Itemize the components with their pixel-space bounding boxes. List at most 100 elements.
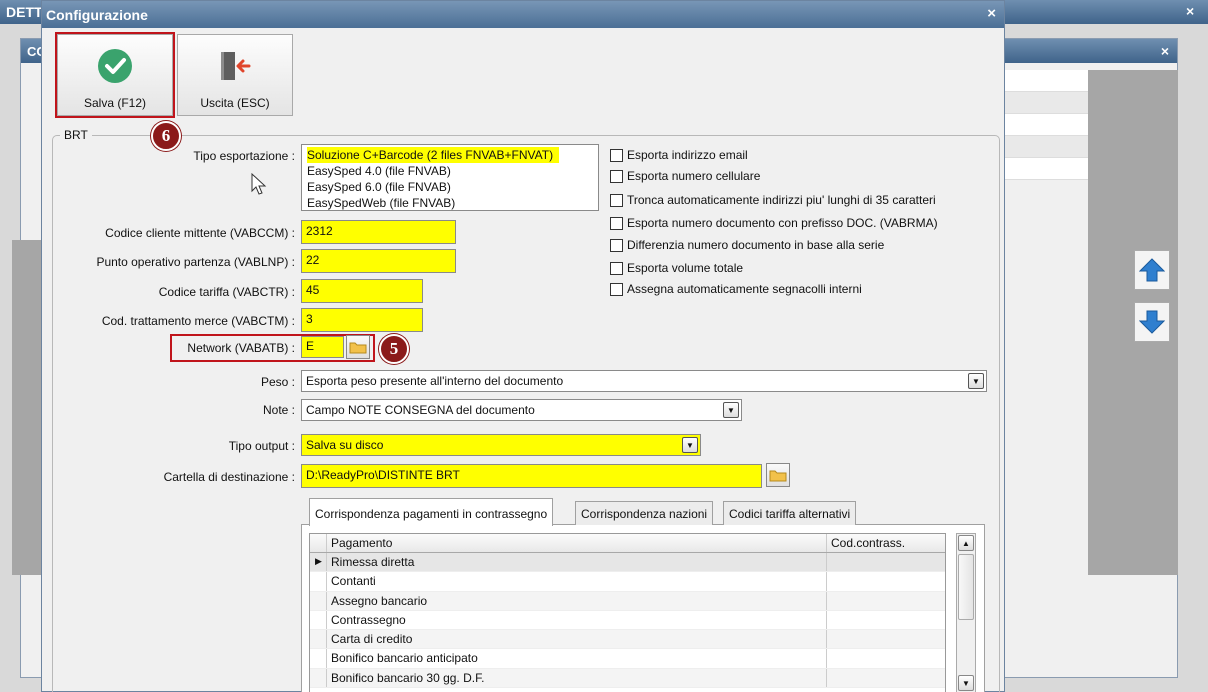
checkbox-differenzia-serie[interactable]: Differenzia numero documento in base all… xyxy=(610,238,884,252)
chevron-down-icon[interactable]: ▼ xyxy=(968,373,984,389)
table-cell[interactable]: Assegno bancario xyxy=(327,591,827,610)
scroll-up-icon[interactable]: ▲ xyxy=(958,535,974,551)
pagamenti-grid: Pagamento Cod.contrass. ▶ Rimessa diretta… xyxy=(309,533,946,692)
checkbox-label: Esporta volume totale xyxy=(627,261,744,275)
tab-codici-tariffa[interactable]: Codici tariffa alternativi xyxy=(723,501,857,525)
checkbox-volume-totale[interactable]: Esporta volume totale xyxy=(610,261,743,275)
table-row[interactable]: Assegno bancario xyxy=(310,591,945,611)
codice-tariffa-input[interactable]: 45 xyxy=(301,279,423,303)
background-close-icon[interactable]: × xyxy=(1186,3,1194,19)
table-cell[interactable] xyxy=(827,630,945,648)
chevron-down-icon[interactable]: ▼ xyxy=(723,402,739,418)
checkbox-box[interactable] xyxy=(610,216,623,230)
table-cell[interactable]: Bonifico bancario 30 gg. D.F. xyxy=(327,668,827,688)
checkbox-tronca-indirizzi[interactable]: Tronca automaticamente indirizzi piu' lu… xyxy=(610,193,936,207)
list-item[interactable]: Soluzione C+Barcode (2 files FNVAB+FNVAT… xyxy=(305,147,595,163)
note-label: Note : xyxy=(262,403,295,417)
tipo-output-select-value: Salva su disco xyxy=(306,438,384,452)
table-row[interactable]: ▶ Rimessa diretta xyxy=(310,553,945,573)
table-cell[interactable] xyxy=(827,553,945,571)
export-type-option-selected[interactable]: Soluzione C+Barcode (2 files FNVAB+FNVAT… xyxy=(307,147,560,163)
checkbox-segnacolli-interni[interactable]: Assegna automaticamente segnacolli inter… xyxy=(610,282,862,296)
grid-scrollbar[interactable]: ▲ ▼ xyxy=(956,533,976,692)
arrow-down-icon xyxy=(1139,310,1165,334)
table-row[interactable]: Contanti xyxy=(310,572,945,592)
row-indicator xyxy=(310,591,327,610)
checkbox-label: Differenzia numero documento in base all… xyxy=(627,238,885,252)
scroll-thumb[interactable] xyxy=(958,554,974,620)
scroll-down-icon[interactable]: ▼ xyxy=(958,675,974,691)
tab-nazioni[interactable]: Corrispondenza nazioni xyxy=(575,501,714,525)
table-row[interactable]: Contrassegno xyxy=(310,610,945,631)
table-cell[interactable]: Contrassegno xyxy=(327,610,827,630)
codice-cliente-label: Codice cliente mittente (VABCCM) : xyxy=(105,226,295,240)
checkbox-label: Esporta numero documento con prefisso DO… xyxy=(627,216,938,230)
table-cell[interactable]: Bonifico bancario anticipato xyxy=(327,649,827,668)
network-browse-button[interactable] xyxy=(346,335,370,359)
chevron-down-icon[interactable]: ▼ xyxy=(682,437,698,453)
row-indicator xyxy=(310,610,327,630)
checkbox-label: Esporta numero cellulare xyxy=(627,169,761,183)
checkbox-label: Assegna automaticamente segnacolli inter… xyxy=(627,282,862,296)
cod-trattamento-label: Cod. trattamento merce (VABCTM) : xyxy=(101,314,295,328)
arrow-up-icon xyxy=(1139,258,1165,282)
grid-header: Pagamento Cod.contrass. xyxy=(310,534,945,553)
table-cell[interactable] xyxy=(827,649,945,667)
table-cell[interactable] xyxy=(827,572,945,590)
cartella-browse-button[interactable] xyxy=(766,463,790,487)
annotation-badge-5: 5 xyxy=(379,334,409,364)
codice-cliente-input[interactable]: 2312 xyxy=(301,220,456,244)
peso-select[interactable]: Esporta peso presente all'interno del do… xyxy=(301,370,987,392)
column-header-pagamento[interactable]: Pagamento xyxy=(327,534,827,552)
background-inner-close-icon[interactable]: × xyxy=(1161,43,1169,59)
tipo-esportazione-list[interactable]: Soluzione C+Barcode (2 files FNVAB+FNVAT… xyxy=(301,144,599,211)
table-row[interactable]: Carta di credito xyxy=(310,630,945,650)
tipo-output-label: Tipo output : xyxy=(228,439,295,453)
exit-button[interactable]: Uscita (ESC) xyxy=(177,34,293,116)
peso-label: Peso : xyxy=(260,375,295,389)
checkbox-box[interactable] xyxy=(610,261,623,275)
checkbox-box[interactable] xyxy=(610,169,623,183)
table-cell[interactable] xyxy=(827,611,945,629)
checkbox-box[interactable] xyxy=(610,282,623,296)
cod-trattamento-input[interactable]: 3 xyxy=(301,308,423,332)
punto-operativo-input[interactable]: 22 xyxy=(301,249,456,273)
tipo-output-select[interactable]: Salva su disco ▼ xyxy=(301,434,701,456)
network-input[interactable]: E xyxy=(301,336,344,358)
list-item[interactable]: EasySped 6.0 (file FNVAB) xyxy=(305,179,595,195)
background-list xyxy=(1000,70,1090,180)
checkbox-box[interactable] xyxy=(610,193,623,207)
codice-tariffa-label: Codice tariffa (VABCTR) : xyxy=(158,285,295,299)
table-cell[interactable]: Rimessa diretta xyxy=(327,553,827,572)
list-item[interactable]: EasySpedWeb (file FNVAB) xyxy=(305,195,595,211)
annotation-badge-6: 6 xyxy=(151,121,181,151)
dialog-title: Configurazione xyxy=(46,7,148,23)
table-row[interactable]: Bonifico bancario 30 gg. D.F. xyxy=(310,668,945,689)
column-header-cod-contrass[interactable]: Cod.contrass. xyxy=(827,534,945,552)
checkbox-label: Tronca automaticamente indirizzi piu' lu… xyxy=(627,193,936,207)
row-indicator xyxy=(310,649,327,668)
move-down-button[interactable] xyxy=(1134,302,1170,342)
brt-group-legend: BRT xyxy=(60,128,92,142)
background-window-title: DETT xyxy=(6,4,43,20)
dialog-close-icon[interactable]: × xyxy=(987,5,996,22)
checkbox-esporta-cellulare[interactable]: Esporta numero cellulare xyxy=(610,169,760,183)
save-highlight-box xyxy=(55,32,175,118)
note-select[interactable]: Campo NOTE CONSEGNA del documento ▼ xyxy=(301,399,742,421)
checkbox-box[interactable] xyxy=(610,238,623,252)
table-row[interactable]: Bonifico bancario anticipato xyxy=(310,649,945,669)
row-indicator xyxy=(310,572,327,591)
table-cell[interactable]: Contanti xyxy=(327,572,827,591)
list-item[interactable]: EasySped 4.0 (file FNVAB) xyxy=(305,163,595,179)
cartella-input[interactable]: D:\ReadyPro\DISTINTE BRT xyxy=(301,464,762,488)
move-up-button[interactable] xyxy=(1134,250,1170,290)
checkbox-prefisso-doc[interactable]: Esporta numero documento con prefisso DO… xyxy=(610,216,938,230)
table-cell[interactable] xyxy=(827,669,945,687)
tab-pagamenti-contrassegno[interactable]: Corrispondenza pagamenti in contrassegno xyxy=(309,498,554,526)
exit-button-label: Uscita (ESC) xyxy=(200,96,270,110)
table-cell[interactable] xyxy=(827,592,945,610)
peso-select-value: Esporta peso presente all'interno del do… xyxy=(306,374,564,388)
table-cell[interactable]: Carta di credito xyxy=(327,630,827,649)
checkbox-esporta-email[interactable]: Esporta indirizzo email xyxy=(610,148,748,162)
checkbox-box[interactable] xyxy=(610,148,623,162)
